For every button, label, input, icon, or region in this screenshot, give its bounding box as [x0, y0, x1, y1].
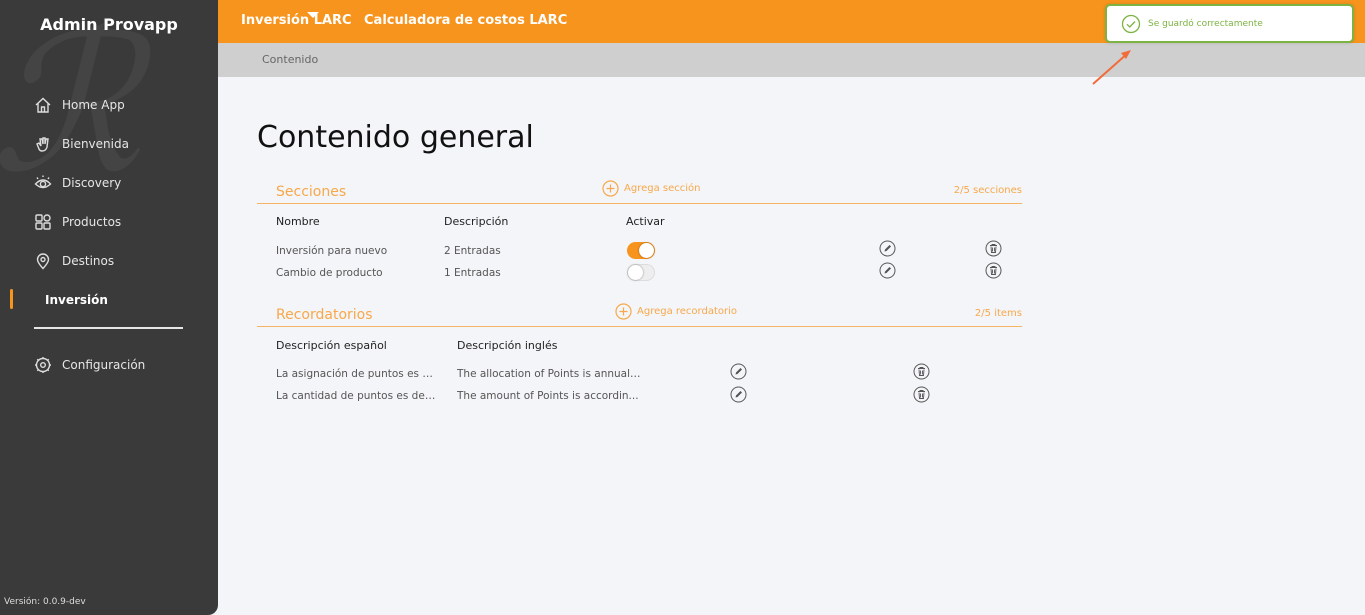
- plus-circle-icon: [615, 303, 632, 320]
- home-icon: [34, 96, 52, 114]
- sidebar-item-label: Discovery: [62, 175, 122, 190]
- column-header-descripcion: Descripción: [444, 215, 509, 228]
- table-row-name: Cambio de producto: [276, 267, 383, 279]
- sidebar-item-destinos[interactable]: Destinos: [0, 241, 218, 280]
- grid-icon: [34, 213, 52, 231]
- trash-icon[interactable]: [913, 386, 930, 403]
- success-toast: Se guardó correctamente: [1105, 4, 1354, 43]
- section-count: 2/5 secciones: [953, 185, 1022, 196]
- column-header-nombre: Nombre: [276, 215, 320, 228]
- sidebar-item-label: Bienvenida: [62, 136, 129, 151]
- edit-icon[interactable]: [730, 363, 747, 380]
- sidebar-item-home-app[interactable]: Home App: [0, 85, 218, 124]
- add-reminder-label: Agrega recordatorio: [637, 306, 738, 317]
- table-row-en: The allocation of Points is annual ...: [457, 368, 642, 380]
- check-circle-icon: [1121, 14, 1141, 34]
- tab-calculadora-costos[interactable]: Calculadora de costos LARC: [364, 13, 567, 28]
- add-section-label: Agrega sección: [624, 183, 701, 194]
- tab-label: Inversión LARC: [241, 13, 352, 28]
- active-tab-caret: [307, 12, 319, 18]
- sidebar: ℛ Admin Provapp Home App Bienvenida Disc…: [0, 0, 218, 615]
- active-toggle[interactable]: [627, 264, 655, 281]
- active-toggle[interactable]: [627, 242, 655, 259]
- sidebar-item-label: Inversión: [45, 292, 108, 307]
- sidebar-item-label: Destinos: [62, 253, 115, 268]
- section-title: Secciones: [276, 184, 347, 200]
- table-row-name: Inversión para nuevo: [276, 245, 388, 257]
- breadcrumb-bar: Contenido: [218, 43, 1365, 77]
- section-title: Recordatorios: [276, 307, 373, 323]
- sidebar-item-productos[interactable]: Productos: [0, 202, 218, 241]
- secciones-header: Secciones Agrega sección 2/5 secciones: [257, 180, 1022, 204]
- add-reminder-button[interactable]: Agrega recordatorio: [615, 303, 737, 320]
- sidebar-item-discovery[interactable]: Discovery: [0, 163, 218, 202]
- sidebar-item-label: Productos: [62, 214, 122, 229]
- eye-icon: [34, 174, 52, 192]
- wave-hand-icon: [34, 135, 52, 153]
- edit-icon[interactable]: [879, 262, 896, 279]
- column-header-descripcion-espanol: Descripción español: [276, 339, 387, 352]
- table-row-desc: 2 Entradas: [444, 245, 501, 257]
- sidebar-nav: Home App Bienvenida Discovery Productos …: [0, 85, 218, 384]
- edit-icon[interactable]: [879, 240, 896, 257]
- sidebar-item-label: Home App: [62, 97, 125, 112]
- add-section-button[interactable]: Agrega sección: [602, 180, 700, 197]
- page-title: Contenido general: [257, 120, 534, 155]
- sidebar-item-label: Configuración: [62, 357, 146, 372]
- table-row-es: La asignación de puntos es a...: [276, 368, 436, 380]
- table-row-es: La cantidad de puntos es de ...: [276, 390, 436, 402]
- section-count: 2/5 items: [974, 308, 1022, 319]
- breadcrumb[interactable]: Contenido: [262, 53, 318, 66]
- gear-icon: [34, 356, 52, 374]
- trash-icon[interactable]: [985, 240, 1002, 257]
- secciones-section: Secciones Agrega sección 2/5 secciones N…: [257, 180, 1022, 281]
- column-header-descripcion-ingles: Descripción inglés: [457, 339, 558, 352]
- toast-message: Se guardó correctamente: [1148, 19, 1263, 29]
- version-label: Versión: 0.0.9-dev: [4, 597, 86, 607]
- plus-circle-icon: [602, 180, 619, 197]
- toggle-knob: [628, 265, 643, 280]
- sidebar-divider: [34, 327, 183, 329]
- table-row-desc: 1 Entradas: [444, 267, 501, 279]
- tab-inversion-larc[interactable]: Inversión LARC: [241, 12, 352, 28]
- trash-icon[interactable]: [913, 363, 930, 380]
- column-header-activar: Activar: [626, 215, 665, 228]
- edit-icon[interactable]: [730, 386, 747, 403]
- location-pin-icon: [34, 252, 52, 270]
- app-brand: Admin Provapp: [40, 15, 178, 34]
- toggle-knob: [639, 243, 654, 258]
- annotation-arrow-icon: [1092, 50, 1131, 85]
- trash-icon[interactable]: [985, 262, 1002, 279]
- sidebar-item-configuracion[interactable]: Configuración: [0, 345, 218, 384]
- sidebar-item-bienvenida[interactable]: Bienvenida: [0, 124, 218, 163]
- recordatorios-header: Recordatorios Agrega recordatorio 2/5 it…: [257, 303, 1022, 327]
- table-row-en: The amount of Points is accordin...: [457, 390, 639, 402]
- recordatorios-section: Recordatorios Agrega recordatorio 2/5 it…: [257, 303, 1022, 403]
- sidebar-item-inversion[interactable]: Inversión: [0, 280, 218, 319]
